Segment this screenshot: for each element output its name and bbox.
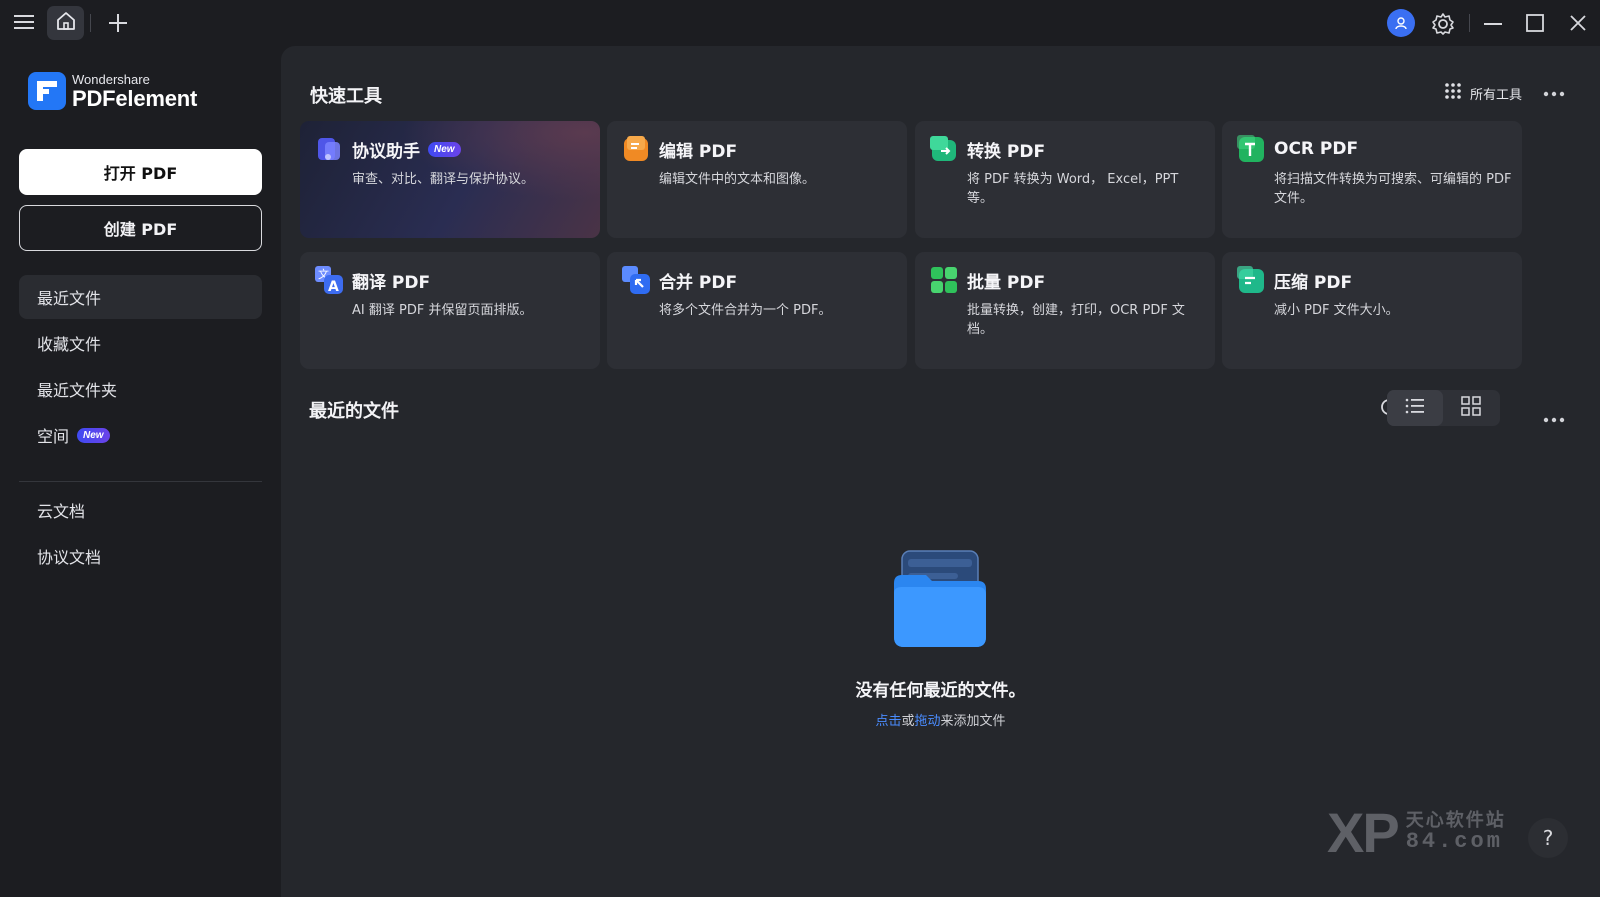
plus-icon[interactable] bbox=[106, 11, 130, 35]
separator bbox=[1469, 14, 1470, 32]
watermark: XP 天心软件站 84.com bbox=[1327, 800, 1506, 865]
tool-name: 翻译 PDF bbox=[352, 272, 431, 293]
drag-link[interactable]: 拖动 bbox=[915, 714, 941, 729]
divider bbox=[19, 481, 262, 482]
home-icon bbox=[55, 10, 77, 36]
tool-description: 将扫描文件转换为可搜索、可编辑的 PDF 文件。 bbox=[1274, 172, 1512, 206]
sidebar-item-label: 协议文档 bbox=[37, 548, 102, 567]
new-badge: New bbox=[77, 427, 110, 443]
convert-pdf-icon bbox=[929, 134, 959, 164]
tool-name: OCR PDF bbox=[1274, 139, 1359, 159]
help-icon: ? bbox=[1542, 826, 1554, 850]
hint-rest: 来添加文件 bbox=[940, 714, 1006, 729]
sidebar-item-label: 云文档 bbox=[37, 502, 86, 521]
grid-dots-icon bbox=[1444, 82, 1462, 104]
sidebar-item-space[interactable]: 空间 New bbox=[19, 413, 262, 457]
all-tools-label: 所有工具 bbox=[1469, 87, 1522, 103]
sidebar-item-label: 最近文件夹 bbox=[37, 381, 118, 400]
watermark-domain: 84.com bbox=[1405, 829, 1503, 855]
batch-pdf-icon bbox=[929, 265, 959, 295]
menu-icon[interactable] bbox=[12, 10, 36, 34]
view-mode-toggle bbox=[1387, 390, 1500, 426]
recent-files-title: 最近的文件 bbox=[309, 401, 399, 422]
empty-folder-icon bbox=[890, 549, 990, 649]
tool-description: 编辑文件中的文本和图像。 bbox=[659, 172, 816, 187]
tool-description: 批量转换，创建，打印，OCR PDF 文档。 bbox=[967, 303, 1185, 337]
sidebar-item-recent-files[interactable]: 最近文件 bbox=[19, 275, 262, 319]
open-pdf-button[interactable]: 打开 PDF bbox=[19, 149, 262, 195]
brand-subtitle: Wondershare bbox=[72, 71, 150, 87]
list-view-button[interactable] bbox=[1387, 390, 1443, 426]
tool-card-batch-pdf[interactable]: 批量 PDF 批量转换，创建，打印，OCR PDF 文档。 bbox=[915, 252, 1215, 369]
sidebar-item-label: 最近文件 bbox=[37, 289, 102, 308]
tool-name: 协议助手 bbox=[352, 141, 420, 162]
more-options-icon[interactable] bbox=[1543, 78, 1565, 102]
gear-icon[interactable] bbox=[1430, 11, 1456, 37]
grid-view-icon bbox=[1461, 396, 1481, 420]
tool-description: 审查、对比、翻译与保护协议。 bbox=[352, 172, 535, 187]
agreement-assistant-icon bbox=[314, 134, 344, 164]
tool-card-edit-pdf[interactable]: 编辑 PDF 编辑文件中的文本和图像。 bbox=[607, 121, 907, 238]
app-logo: Wondershare PDFelement bbox=[28, 72, 197, 110]
tool-description: AI 翻译 PDF 并保留页面排版。 bbox=[352, 303, 533, 318]
sidebar-item-label: 空间 bbox=[37, 427, 70, 446]
tool-name: 批量 PDF bbox=[967, 272, 1046, 293]
all-tools-button[interactable]: 所有工具 bbox=[1444, 82, 1522, 104]
svg-text:A: A bbox=[328, 279, 339, 295]
create-pdf-button[interactable]: 创建 PDF bbox=[19, 205, 262, 251]
tool-description: 减小 PDF 文件大小。 bbox=[1274, 303, 1399, 318]
tool-name: 编辑 PDF bbox=[659, 141, 738, 162]
tool-card-merge-pdf[interactable]: 合并 PDF 将多个文件合并为一个 PDF。 bbox=[607, 252, 907, 369]
user-avatar-icon[interactable] bbox=[1387, 9, 1415, 37]
main-panel: 快速工具 所有工具 协议助手 New 审查、对比、翻译与保护协议。 编辑 PDF… bbox=[281, 46, 1600, 897]
translate-pdf-icon: 文A bbox=[314, 265, 344, 295]
tool-name: 压缩 PDF bbox=[1274, 272, 1353, 293]
new-badge: New bbox=[428, 141, 461, 157]
sidebar-item-label: 收藏文件 bbox=[37, 335, 102, 354]
sidebar-item-recent-folders[interactable]: 最近文件夹 bbox=[19, 367, 262, 411]
watermark-site-name: 天心软件站 bbox=[1405, 809, 1506, 831]
recent-more-options-icon[interactable] bbox=[1543, 404, 1565, 428]
sidebar-item-cloud-docs[interactable]: 云文档 bbox=[19, 488, 262, 532]
edit-pdf-icon bbox=[621, 134, 651, 164]
tool-name: 合并 PDF bbox=[659, 272, 738, 293]
maximize-icon[interactable] bbox=[1523, 11, 1547, 35]
sidebar: Wondershare PDFelement 打开 PDF 创建 PDF 最近文… bbox=[0, 46, 280, 897]
tool-card-ocr-pdf[interactable]: OCR PDF 将扫描文件转换为可搜索、可编辑的 PDF 文件。 bbox=[1222, 121, 1522, 238]
close-icon[interactable] bbox=[1566, 11, 1590, 35]
minimize-icon[interactable] bbox=[1481, 11, 1505, 35]
tool-name: 转换 PDF bbox=[967, 141, 1046, 162]
home-tab-button[interactable] bbox=[47, 6, 84, 40]
tool-description: 将 PDF 转换为 Word， Excel，PPT 等。 bbox=[967, 172, 1179, 206]
empty-state-hint: 点击或拖动来添加文件 bbox=[281, 710, 1600, 729]
sidebar-item-favorites[interactable]: 收藏文件 bbox=[19, 321, 262, 365]
help-button[interactable]: ? bbox=[1528, 818, 1568, 858]
tool-card-translate-pdf[interactable]: 文A 翻译 PDF AI 翻译 PDF 并保留页面排版。 bbox=[300, 252, 600, 369]
click-link[interactable]: 点击 bbox=[875, 714, 901, 729]
merge-pdf-icon bbox=[621, 265, 651, 295]
title-bar bbox=[0, 0, 1600, 46]
list-view-icon bbox=[1405, 397, 1425, 419]
empty-state-title: 没有任何最近的文件。 bbox=[855, 681, 1026, 701]
tool-card-compress-pdf[interactable]: 压缩 PDF 减小 PDF 文件大小。 bbox=[1222, 252, 1522, 369]
tool-description: 将多个文件合并为一个 PDF。 bbox=[659, 303, 832, 318]
tool-card-convert-pdf[interactable]: 转换 PDF 将 PDF 转换为 Word， Excel，PPT 等。 bbox=[915, 121, 1215, 238]
tool-card-agreement-assistant[interactable]: 协议助手 New 审查、对比、翻译与保护协议。 bbox=[300, 121, 600, 238]
compress-pdf-icon bbox=[1236, 265, 1266, 295]
ocr-pdf-icon bbox=[1236, 134, 1266, 164]
hint-or: 或 bbox=[901, 714, 915, 729]
brand-name: PDFelement bbox=[72, 85, 198, 111]
separator bbox=[90, 14, 91, 32]
pdfelement-logo-icon bbox=[28, 72, 66, 110]
sidebar-item-agreement-docs[interactable]: 协议文档 bbox=[19, 534, 262, 578]
quick-tools-title: 快速工具 bbox=[310, 86, 382, 107]
watermark-xp: XP bbox=[1327, 801, 1400, 864]
grid-view-button[interactable] bbox=[1443, 390, 1499, 426]
